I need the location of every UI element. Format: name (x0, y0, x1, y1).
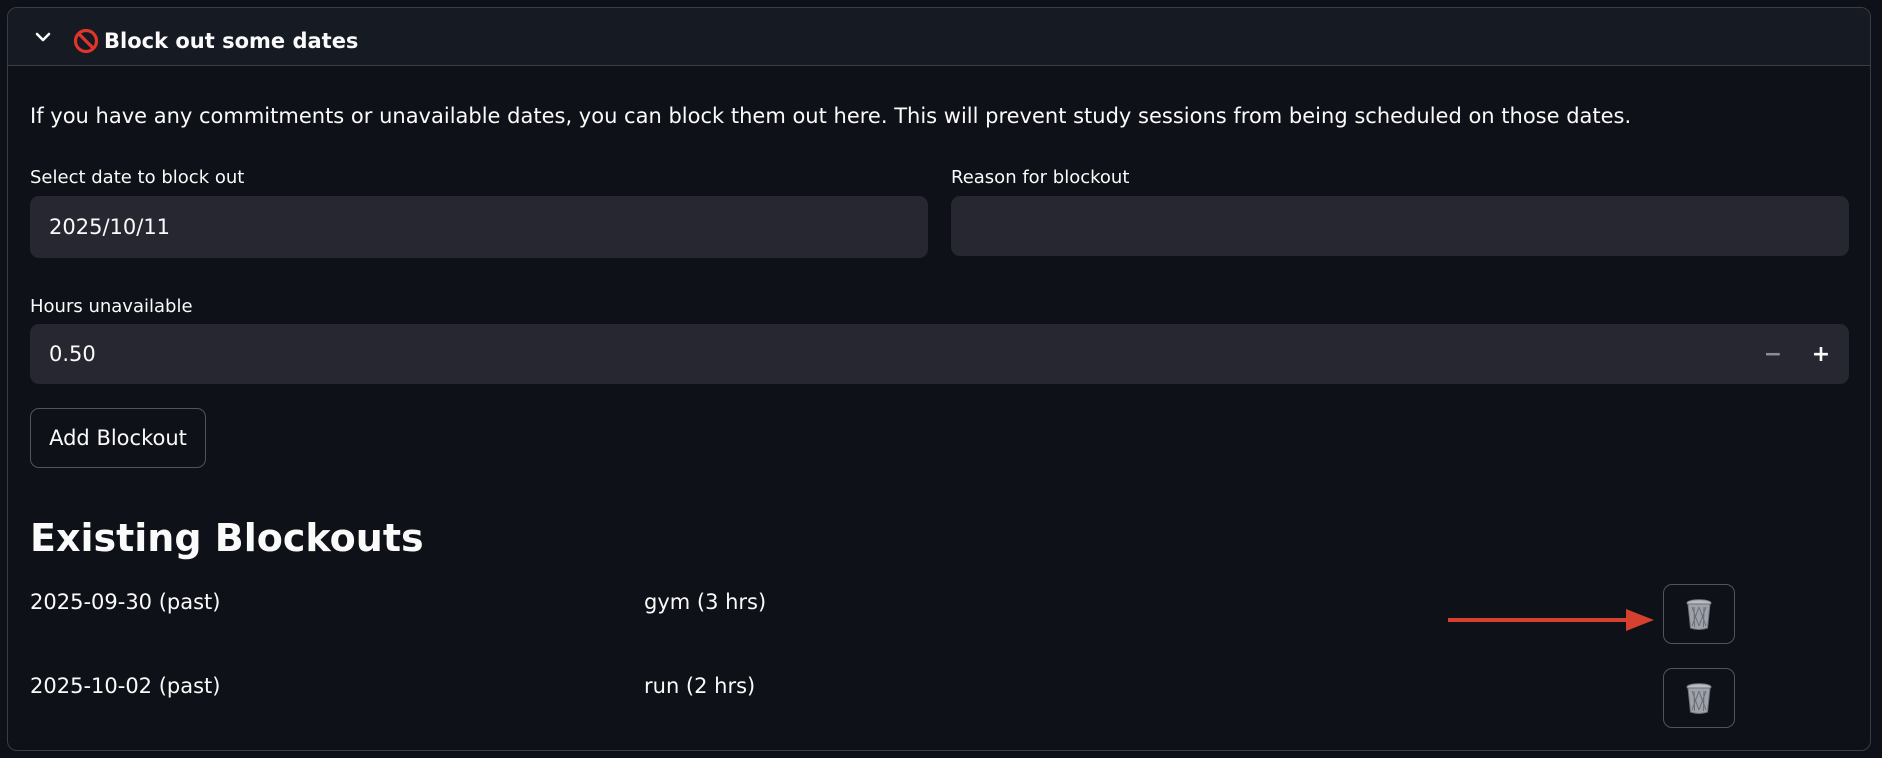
trash-icon (1686, 599, 1712, 630)
date-input-value: 2025/10/11 (49, 215, 171, 239)
trash-icon (1686, 683, 1712, 714)
hours-increment-button[interactable]: + (1797, 324, 1845, 384)
add-blockout-button[interactable]: Add Blockout (30, 408, 206, 468)
blockout-date: 2025-09-30 (past) (30, 590, 221, 614)
hours-label: Hours unavailable (30, 296, 193, 317)
delete-blockout-button[interactable] (1663, 584, 1735, 644)
hours-decrement-button[interactable]: − (1749, 324, 1797, 384)
annotation-arrow-icon (1448, 609, 1654, 631)
delete-blockout-button[interactable] (1663, 668, 1735, 728)
date-label: Select date to block out (30, 167, 245, 188)
blockout-expander: Block out some dates If you have any com… (7, 7, 1871, 751)
date-input[interactable]: 2025/10/11 (30, 196, 928, 258)
blockout-date: 2025-10-02 (past) (30, 674, 221, 698)
existing-blockouts-heading: Existing Blockouts (30, 516, 424, 560)
chevron-down-icon (35, 32, 51, 42)
expander-title: Block out some dates (104, 29, 359, 53)
reason-input[interactable] (951, 196, 1849, 256)
hours-input-value: 0.50 (49, 342, 96, 366)
blockout-reason: run (2 hrs) (644, 674, 756, 698)
intro-text: If you have any commitments or unavailab… (30, 104, 1632, 128)
expander-header[interactable]: Block out some dates (8, 8, 1870, 66)
reason-label: Reason for blockout (951, 167, 1130, 188)
blockout-reason: gym (3 hrs) (644, 590, 767, 614)
hours-number-input[interactable]: 0.50 − + (30, 324, 1849, 384)
no-entry-icon (73, 28, 99, 54)
